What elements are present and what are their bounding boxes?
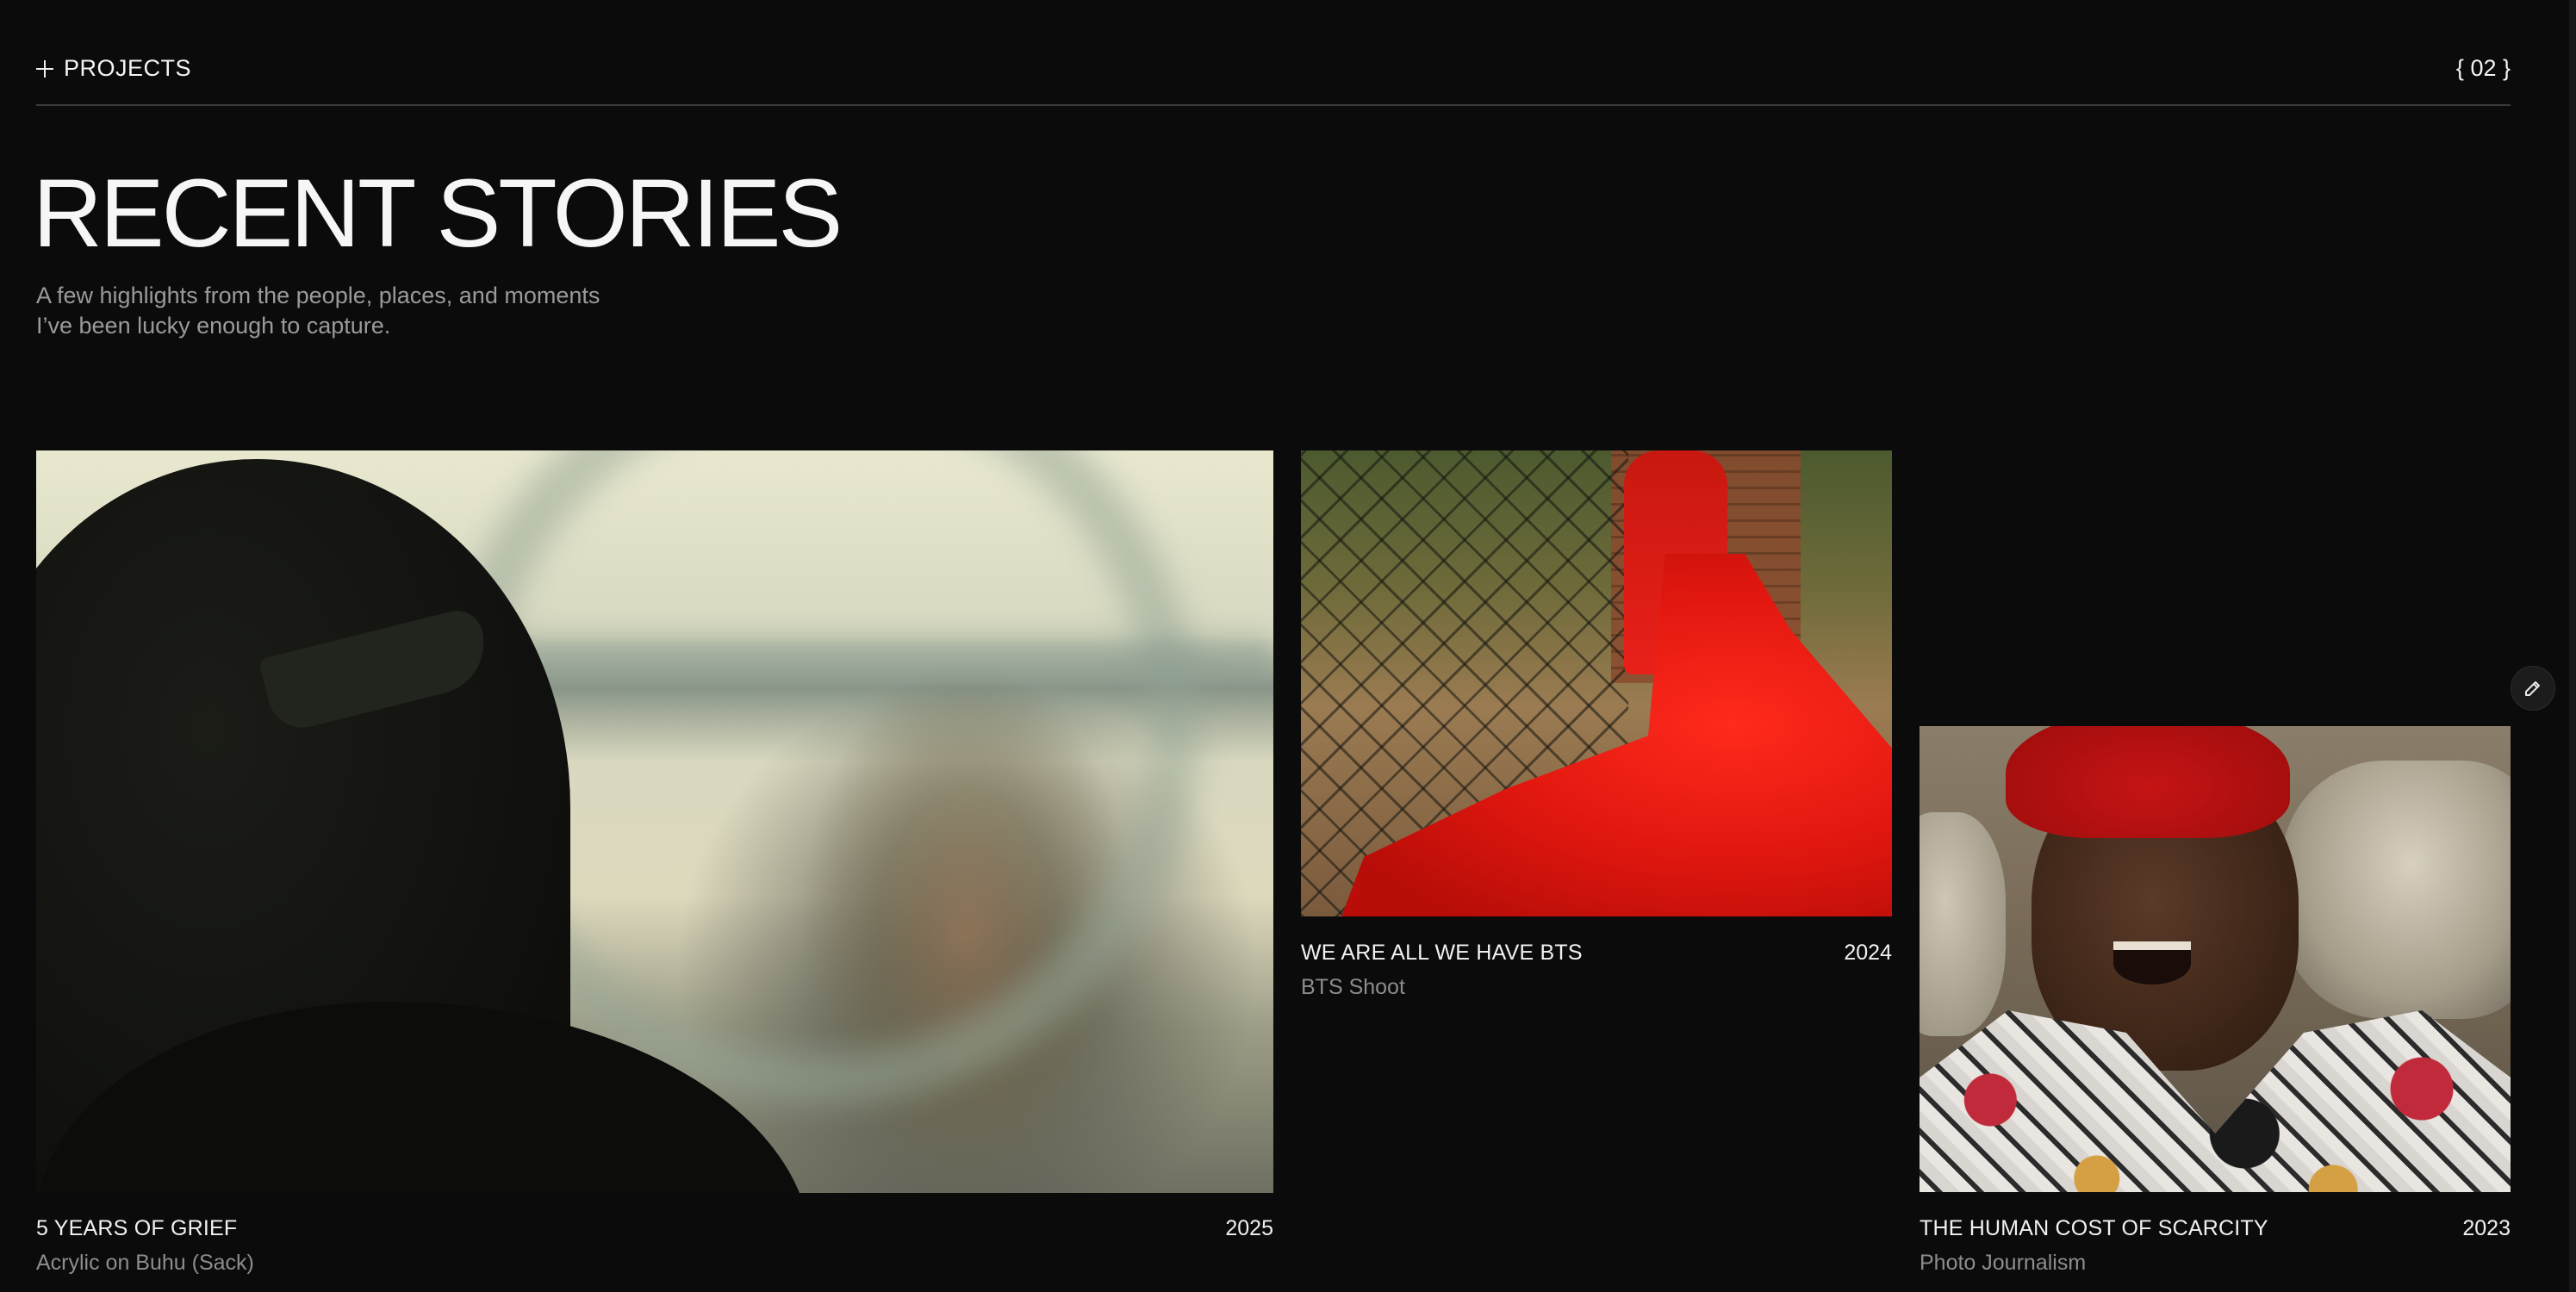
project-image-grief[interactable] [36, 450, 1273, 1193]
edit-button[interactable] [2511, 666, 2555, 711]
page: PROJECTS { 02 } RECENT STORIES A few hig… [0, 0, 2576, 1292]
image-sacks-shape [2281, 761, 2511, 1019]
project-image-red-dress[interactable] [1301, 450, 1892, 916]
image-headwrap-shape [2006, 726, 2290, 838]
section-label-text: PROJECTS [64, 55, 192, 81]
project-subtitle: Acrylic on Buhu (Sack) [36, 1251, 254, 1275]
pencil-icon [2525, 681, 2540, 696]
scrollbar-track[interactable] [2569, 0, 2576, 1292]
section-index: { 02 } [2455, 55, 2511, 81]
project-title[interactable]: THE HUMAN COST OF SCARCITY [1920, 1216, 2268, 1241]
project-image-scarcity[interactable] [1920, 726, 2511, 1192]
project-title[interactable]: WE ARE ALL WE HAVE BTS [1301, 941, 1583, 966]
section-label: PROJECTS [36, 55, 191, 82]
divider [36, 104, 2511, 106]
project-subtitle: BTS Shoot [1301, 975, 1405, 999]
project-year: 2024 [1844, 941, 1892, 965]
project-title[interactable]: 5 YEARS OF GRIEF [36, 1216, 237, 1241]
project-year: 2025 [1225, 1216, 1273, 1240]
project-year: 2023 [2462, 1216, 2511, 1240]
page-title: RECENT STORIES [33, 159, 843, 267]
project-subtitle: Photo Journalism [1920, 1251, 2087, 1275]
page-subtitle-line-2: I’ve been lucky enough to capture. [36, 313, 391, 339]
image-mouth-shape [2113, 941, 2191, 985]
page-subtitle: A few highlights from the people, places… [36, 281, 656, 341]
page-subtitle-line-1: A few highlights from the people, places… [36, 283, 600, 308]
plus-icon [36, 59, 53, 78]
image-sacks-shape [1920, 812, 2006, 1036]
